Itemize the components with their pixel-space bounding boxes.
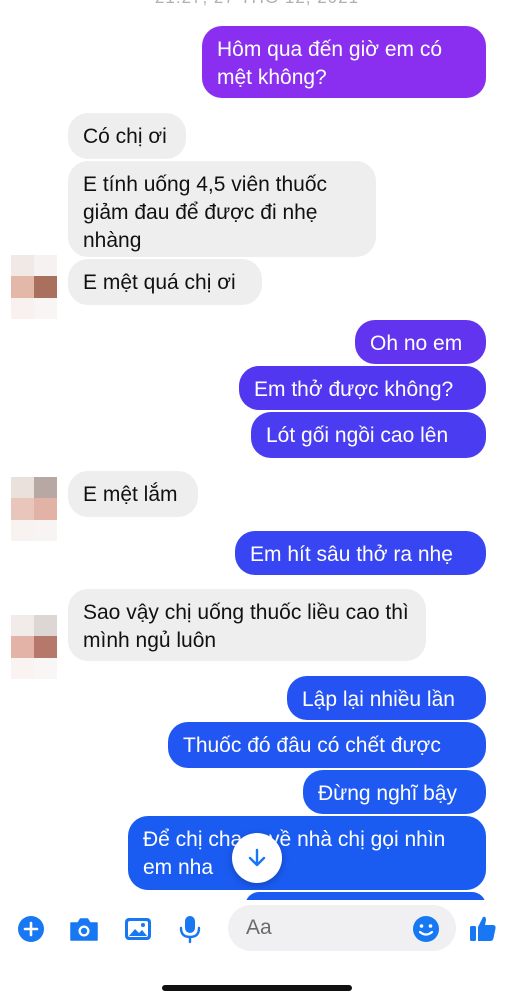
- camera-icon: [70, 918, 98, 941]
- avatar[interactable]: [11, 255, 57, 319]
- message-bubble-outgoing[interactable]: Em thở được không?: [239, 366, 486, 410]
- message-input-placeholder: Aa: [246, 916, 272, 939]
- timestamp: 21:27, 27 THG 12, 2021: [0, 0, 514, 8]
- message-bubble-incoming[interactable]: Sao vậy chị uống thuốc liều cao thì mình…: [68, 589, 426, 661]
- message-bubble-incoming[interactable]: E mệt quá chị ơi: [68, 259, 262, 305]
- avatar[interactable]: [11, 477, 57, 541]
- microphone-icon: [179, 916, 201, 944]
- scroll-to-bottom-button[interactable]: [232, 833, 282, 883]
- like-button[interactable]: [466, 912, 500, 946]
- camera-button[interactable]: [67, 912, 101, 946]
- message-bubble-outgoing[interactable]: Lót gối ngồi cao lên: [251, 412, 486, 458]
- image-icon: [125, 918, 151, 940]
- avatar[interactable]: [11, 615, 57, 679]
- gallery-button[interactable]: [121, 912, 155, 946]
- home-indicator: [162, 985, 352, 991]
- microphone-button[interactable]: [173, 912, 207, 946]
- emoji-icon: [413, 916, 439, 942]
- message-bubble-incoming[interactable]: Có chị ơi: [68, 113, 186, 159]
- message-bubble-outgoing[interactable]: Lập lại nhiều lần: [287, 676, 486, 720]
- thumbs-up-icon: [470, 916, 496, 941]
- plus-icon: [18, 916, 44, 942]
- message-bubble-outgoing[interactable]: Oh no em: [355, 320, 486, 364]
- message-bubble-outgoing[interactable]: Hôm qua đến giờ em có mệt không?: [202, 26, 486, 98]
- message-bubble-incoming[interactable]: E tính uống 4,5 viên thuốc giảm đau để đ…: [68, 161, 376, 257]
- message-bubble-outgoing[interactable]: Thuốc đó đâu có chết được: [168, 722, 486, 768]
- arrow-down-icon: [248, 848, 266, 867]
- message-bubble-outgoing[interactable]: Em hít sâu thở ra nhẹ: [235, 531, 486, 575]
- message-bubble-outgoing[interactable]: Để chị cha… về nhà chị gọi nhìn em nha: [128, 816, 486, 890]
- message-bubble-incoming[interactable]: E mệt lắm: [68, 471, 198, 517]
- emoji-button[interactable]: [409, 912, 443, 946]
- plus-button[interactable]: [14, 912, 48, 946]
- message-bubble-outgoing[interactable]: Đừng nghĩ bậy: [303, 770, 486, 814]
